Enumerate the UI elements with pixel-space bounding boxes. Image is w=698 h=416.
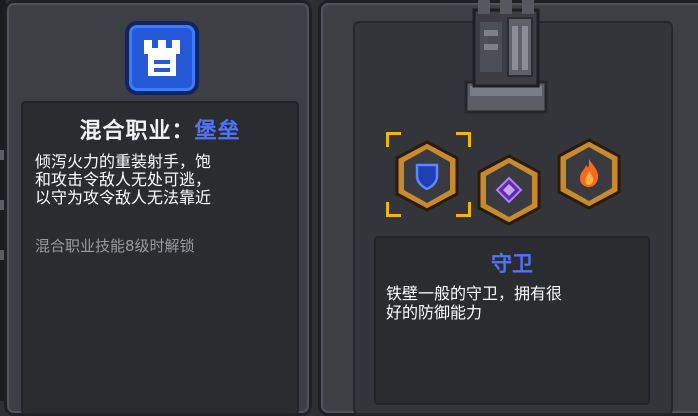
class-title-prefix: 混合职业： <box>79 119 195 144</box>
selection-bracket-br <box>456 202 471 217</box>
skill-description-line: 好的防御能力 <box>386 303 483 322</box>
unlock-note: 混合职业技能8级时解锁 <box>35 237 195 255</box>
skill-slot-shield[interactable] <box>394 140 460 212</box>
castle-tower-icon <box>125 21 199 95</box>
skill-slot-arcane[interactable] <box>476 154 542 226</box>
selection-bracket-bl <box>386 202 401 217</box>
class-info-box: 混合职业：堡垒 倾泻火力的重装射手，饱 和攻击令敌人无处可逃， 以守为攻令敌人无… <box>21 101 299 415</box>
arcane-sigil-icon <box>495 176 523 204</box>
class-description-line: 以守为攻令敌人无法靠近 <box>35 188 212 207</box>
class-panel: 混合职业：堡垒 倾泻火力的重装射手，饱 和攻击令敌人无处可逃， 以守为攻令敌人无… <box>4 0 312 416</box>
skill-detail-box: 守卫 铁壁一般的守卫，拥有很 好的防御能力 <box>374 236 650 405</box>
class-description-line: 倾泻火力的重装射手，饱 <box>35 152 212 171</box>
class-description-line: 和攻击令敌人无处可逃， <box>35 170 212 189</box>
selected-skill-description: 铁壁一般的守卫，拥有很 好的防御能力 <box>386 284 644 322</box>
class-title-name: 堡垒 <box>194 119 241 144</box>
class-description: 倾泻火力的重装射手，饱 和攻击令敌人无处可逃， 以守为攻令敌人无法靠近 <box>35 153 297 207</box>
fortress-character-sprite <box>464 0 548 114</box>
class-title: 混合职业：堡垒 <box>23 113 297 145</box>
shield-icon <box>415 163 439 190</box>
selection-bracket-tr <box>456 132 471 147</box>
selection-bracket-tl <box>386 132 401 147</box>
selected-skill-name: 守卫 <box>491 252 533 276</box>
skill-description-line: 铁壁一般的守卫，拥有很 <box>386 284 563 303</box>
flame-icon <box>580 159 599 187</box>
skill-slot-flame[interactable] <box>556 138 622 210</box>
